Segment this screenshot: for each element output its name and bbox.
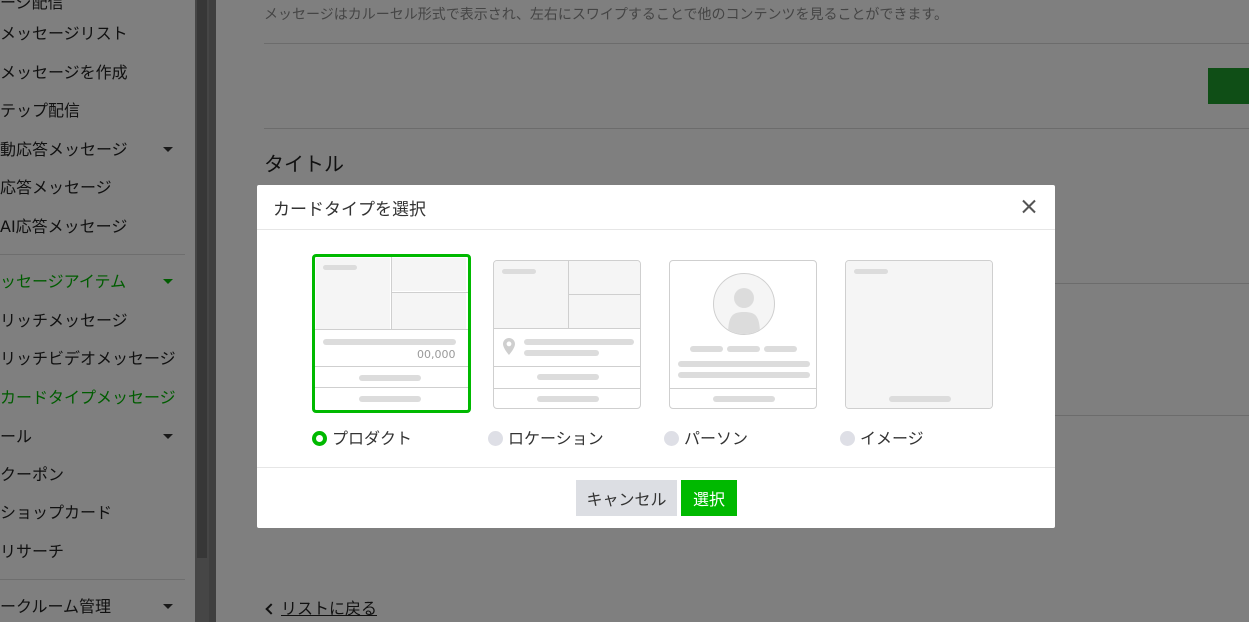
radio-label: イメージ — [860, 429, 924, 448]
text-placeholder — [690, 346, 723, 352]
radio-location[interactable]: ロケーション — [488, 429, 604, 449]
button-placeholder — [889, 396, 951, 402]
divider — [391, 292, 468, 293]
text-placeholder — [524, 350, 599, 356]
person-icon — [728, 288, 760, 334]
text-placeholder — [323, 339, 456, 345]
text-placeholder — [524, 339, 634, 345]
card-type-modal: カードタイプを選択 00,000 プロダクト ロケーション パーソン イメージ … — [257, 185, 1055, 528]
radio-dot[interactable] — [312, 431, 327, 446]
radio-product[interactable]: プロダクト — [312, 429, 412, 449]
button-placeholder — [537, 374, 599, 380]
price-text: 00,000 — [417, 348, 456, 361]
button-placeholder — [359, 375, 421, 381]
modal-footer-divider — [257, 467, 1055, 468]
divider — [315, 387, 468, 388]
divider — [315, 366, 468, 367]
divider — [391, 257, 392, 329]
card-type-product[interactable]: 00,000 — [312, 254, 471, 413]
radio-label: パーソン — [684, 429, 749, 448]
card-type-location[interactable] — [493, 260, 641, 409]
avatar-placeholder — [713, 273, 775, 335]
modal-header: カードタイプを選択 — [257, 185, 1055, 230]
radio-label: プロダクト — [332, 429, 413, 448]
radio-label: ロケーション — [508, 429, 604, 448]
image-placeholder — [569, 295, 640, 328]
title-placeholder — [502, 269, 536, 274]
radio-person[interactable]: パーソン — [664, 429, 748, 449]
divider — [670, 388, 816, 389]
button-placeholder — [713, 396, 775, 402]
title-placeholder — [323, 265, 357, 270]
divider — [494, 328, 640, 329]
title-placeholder — [854, 269, 888, 274]
location-pin-icon — [503, 338, 515, 355]
image-placeholder — [392, 293, 466, 329]
button-placeholder — [537, 396, 599, 402]
text-placeholder — [727, 346, 760, 352]
radio-image[interactable]: イメージ — [840, 429, 924, 449]
divider — [494, 388, 640, 389]
image-placeholder — [392, 258, 466, 291]
divider — [568, 294, 640, 295]
card-type-image[interactable] — [845, 260, 993, 409]
close-icon[interactable] — [1017, 195, 1041, 219]
modal-title: カードタイプを選択 — [273, 200, 426, 220]
text-placeholder — [764, 346, 797, 352]
divider — [315, 329, 468, 330]
select-button[interactable]: 選択 — [681, 480, 737, 516]
card-type-person[interactable] — [669, 260, 817, 409]
image-placeholder — [569, 261, 640, 294]
radio-dot[interactable] — [664, 431, 679, 446]
divider — [494, 366, 640, 367]
button-placeholder — [359, 396, 421, 402]
text-placeholder — [678, 361, 810, 367]
text-placeholder — [678, 372, 810, 378]
cancel-button[interactable]: キャンセル — [576, 480, 677, 516]
radio-dot[interactable] — [488, 431, 503, 446]
radio-dot[interactable] — [840, 431, 855, 446]
image-placeholder — [846, 261, 992, 408]
